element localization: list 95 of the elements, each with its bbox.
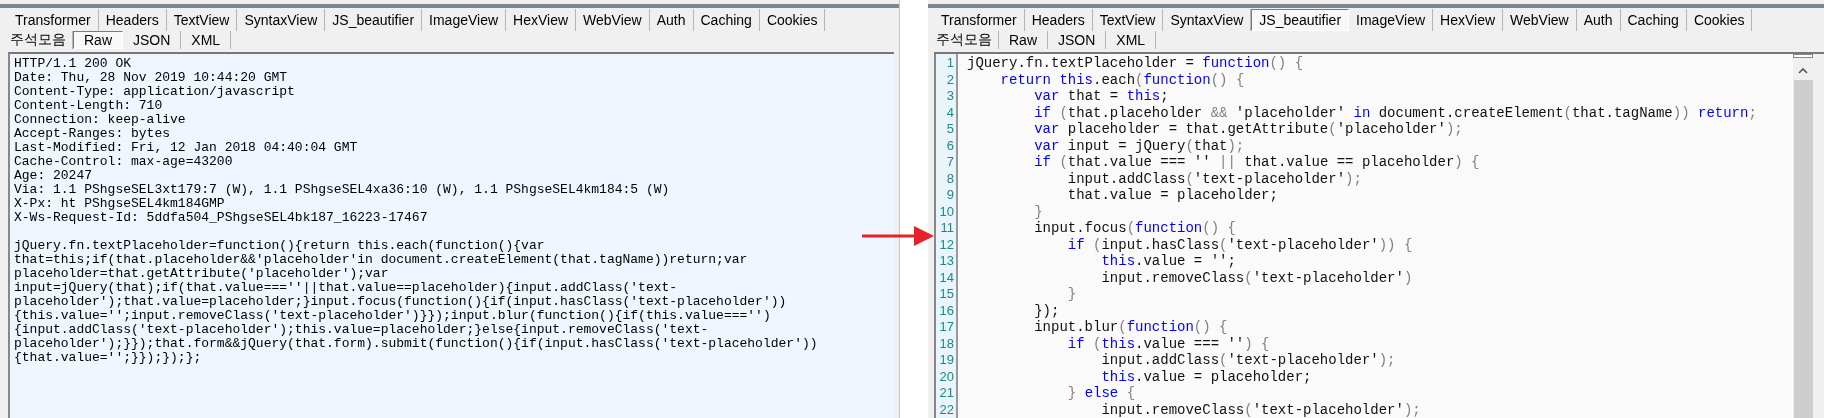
body-line: placeholder');}});that.form&&jQuery(that.form).submit(function(){if(input.hasClass('text-placeholder')) — [14, 337, 819, 351]
body-line: that=this;if(that.placeholder&&'placeholder'in document.createElement(that.tagName))return;var — [14, 253, 749, 267]
line-number: 14 — [938, 269, 955, 286]
body-line: jQuery.fn.textPlaceholder=function(){return this.each(function(){var — [14, 239, 546, 253]
tab[interactable]: HexView — [1433, 9, 1504, 31]
code-line: return this.each(function() { — [999, 71, 1246, 88]
body-line: placeholder');that.value=placeholder;}input.focus(function(){if(input.hasClass('text-placeholder')) — [14, 295, 788, 309]
header-line: Via: 1.1 PShgseSEL3xt179:7 (W), 1.1 PShgseSEL4xa36:10 (W), 1.1 PShgseSEL4km184:5 (W) — [14, 183, 671, 197]
tab[interactable]: Caching — [1620, 9, 1687, 31]
header-line: Last-Modified: Fri, 12 Jan 2018 04:40:04 GMT — [14, 141, 359, 155]
line-number: 17 — [938, 319, 955, 336]
header-line: Cache-Control: max-age=43200 — [14, 155, 234, 169]
line-number: 20 — [938, 368, 955, 385]
tab[interactable]: TextView — [1092, 9, 1164, 31]
header-line: X-Ws-Request-Id: 5ddfa504_PShgseSEL4bk187_16223-17467 — [14, 211, 429, 225]
line-number: 13 — [938, 253, 955, 270]
body-line: placeholder=that.getAttribute('placeholder');var — [14, 267, 390, 281]
tab[interactable]: HexView — [506, 9, 577, 31]
tab[interactable]: Cookies — [759, 9, 826, 31]
tab[interactable]: Cookies — [1686, 9, 1753, 31]
raw-text-area[interactable] — [8, 52, 894, 418]
code-line: if (this.value === '') { — [1066, 335, 1271, 352]
body-line: {this.value='';input.removeClass('text-placeholder')}});input.blur(function(){if(this.value==='') — [14, 309, 772, 323]
line-number: 21 — [938, 385, 955, 402]
code-line: }); — [1033, 302, 1061, 319]
code-line: this.value = ''; — [1100, 253, 1237, 270]
scroll-up-icon[interactable] — [1797, 66, 1809, 74]
code-editor[interactable] — [934, 54, 1793, 418]
tab[interactable]: TextView — [166, 9, 238, 31]
line-number: 4 — [945, 104, 955, 121]
tab[interactable]: ImageView — [422, 9, 507, 31]
body-line: {that.value='';}});});}; — [14, 351, 203, 365]
line-number: 6 — [945, 137, 955, 154]
line-number: 15 — [938, 286, 955, 303]
tab[interactable]: Auth — [1576, 9, 1621, 31]
line-number: 19 — [938, 352, 955, 369]
code-line: input.addClass('text-placeholder'); — [1066, 170, 1363, 187]
header-line: Date: Thu, 28 Nov 2019 10:44:20 GMT — [14, 71, 289, 85]
line-number: 12 — [938, 236, 955, 253]
code-line: } — [1066, 286, 1078, 303]
tab[interactable]: Auth — [649, 9, 694, 31]
tab[interactable]: Transformer — [934, 9, 1025, 31]
line-number: 8 — [945, 170, 955, 187]
header-line: Content-Type: application/javascript — [14, 85, 296, 99]
line-number: 18 — [938, 335, 955, 352]
code-line: if (that.value === '' || that.value == placeholder) { — [1033, 154, 1481, 171]
tab[interactable]: JS_beautifier — [1251, 9, 1350, 31]
code-line: var placeholder = that.getAttribute('placeholder'); — [1033, 121, 1464, 138]
tab[interactable]: WebView — [1503, 9, 1577, 31]
code-line: input.removeClass('text-placeholder'); — [1100, 401, 1422, 418]
header-line: Connection: keep-alive — [14, 113, 187, 127]
code-line: var input = jQuery(that); — [1033, 137, 1246, 154]
code-line: input.blur(function() { — [1033, 319, 1229, 336]
tab[interactable]: WebView — [576, 9, 650, 31]
line-number: 2 — [945, 71, 955, 88]
code-line: if (input.hasClass('text-placeholder')) { — [1066, 236, 1414, 253]
code-line: input.addClass('text-placeholder'); — [1100, 352, 1397, 369]
code-line: this.value = placeholder; — [1100, 368, 1313, 385]
header-line: Accept-Ranges: bytes — [14, 127, 172, 141]
tab[interactable]: Raw — [999, 31, 1048, 49]
line-number: 22 — [938, 401, 955, 418]
code-line: that.value = placeholder; — [1066, 187, 1279, 204]
tab[interactable]: SyntaxView — [237, 9, 326, 31]
tab[interactable]: XML — [181, 31, 232, 49]
line-number: 1 — [945, 55, 955, 72]
tab[interactable]: XML — [1106, 31, 1157, 49]
line-number: 9 — [945, 187, 955, 204]
header-line: Age: 20247 — [14, 169, 93, 183]
line-number: 16 — [938, 302, 955, 319]
tab[interactable]: JSON — [123, 31, 182, 49]
body-line: input=jQuery(that);if(that.value===''||that.value==placeholder){input.addClass('text- — [14, 281, 679, 295]
line-number: 3 — [945, 88, 955, 105]
code-line: input.removeClass('text-placeholder') — [1100, 269, 1414, 286]
header-line: X-Px: ht PShgseSEL4km184GMP — [14, 197, 226, 211]
code-line: } — [1033, 203, 1044, 220]
code-line: } else { — [1066, 385, 1137, 402]
code-line: jQuery.fn.textPlaceholder = function() { — [967, 55, 1305, 72]
code-line: input.focus(function() { — [1033, 220, 1237, 237]
tab[interactable]: JSON — [1048, 31, 1107, 49]
line-number: 5 — [945, 121, 955, 138]
line-number: 11 — [939, 220, 955, 237]
tab[interactable]: JS_beautifier — [325, 9, 423, 31]
code-line: var that = this; — [1033, 88, 1170, 105]
header-line: Content-Length: 710 — [14, 99, 164, 113]
header-line: HTTP/1.1 200 OK — [14, 57, 133, 71]
tab[interactable]: Caching — [693, 9, 760, 31]
body-line: {input.addClass('text-placeholder');this.value=placeholder;}else{input.removeClass('text- — [14, 323, 710, 337]
line-number: 7 — [945, 154, 955, 171]
arrow — [862, 225, 934, 247]
line-number: 10 — [938, 203, 955, 220]
tab[interactable]: 주석모음 — [934, 31, 999, 49]
code-line: if (that.placeholder && 'placeholder' in document.createElement(that.tagName)) return; — [1033, 104, 1757, 121]
tab[interactable]: Raw — [73, 31, 123, 49]
tab[interactable]: ImageView — [1349, 9, 1434, 31]
tab[interactable]: Headers — [1024, 9, 1093, 31]
